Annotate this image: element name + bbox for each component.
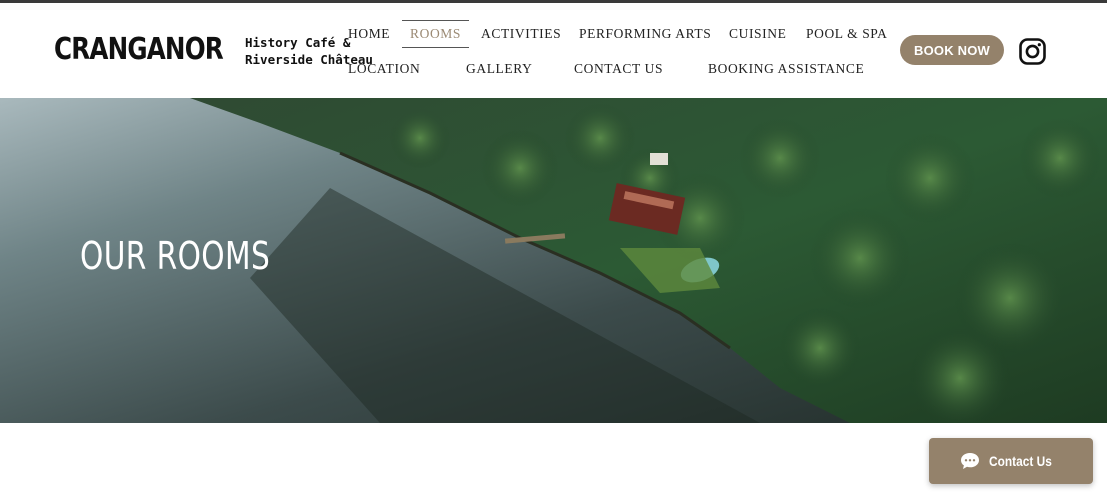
hero-title: OUR ROOMS: [80, 234, 271, 278]
nav-location[interactable]: LOCATION: [348, 61, 420, 77]
nav-cuisine[interactable]: CUISINE: [729, 26, 786, 42]
nav-contact-us[interactable]: CONTACT US: [574, 61, 663, 77]
brand-name: CRANGANOR: [54, 32, 224, 67]
hero-banner: OUR ROOMS: [0, 98, 1107, 423]
book-now-button[interactable]: BOOK NOW: [900, 35, 1004, 65]
nav-gallery[interactable]: GALLERY: [466, 61, 532, 77]
brand-logo[interactable]: CRANGANOR History Café & Riverside Châte…: [54, 32, 373, 68]
contact-us-label: Contact Us: [988, 453, 1052, 469]
nav-home[interactable]: HOME: [348, 26, 390, 42]
nav-booking-assistance[interactable]: BOOKING ASSISTANCE: [708, 61, 864, 77]
nav-pool-spa[interactable]: POOL & SPA: [806, 26, 888, 42]
site-header: CRANGANOR History Café & Riverside Châte…: [0, 3, 1107, 98]
chat-bubble-icon: [960, 453, 979, 469]
instagram-icon[interactable]: [1019, 38, 1046, 65]
nav-rooms[interactable]: ROOMS: [402, 20, 470, 48]
nav-activities[interactable]: ACTIVITIES: [481, 26, 561, 42]
nav-performing-arts[interactable]: PERFORMING ARTS: [579, 26, 711, 42]
contact-us-chat-button[interactable]: Contact Us: [929, 438, 1093, 484]
